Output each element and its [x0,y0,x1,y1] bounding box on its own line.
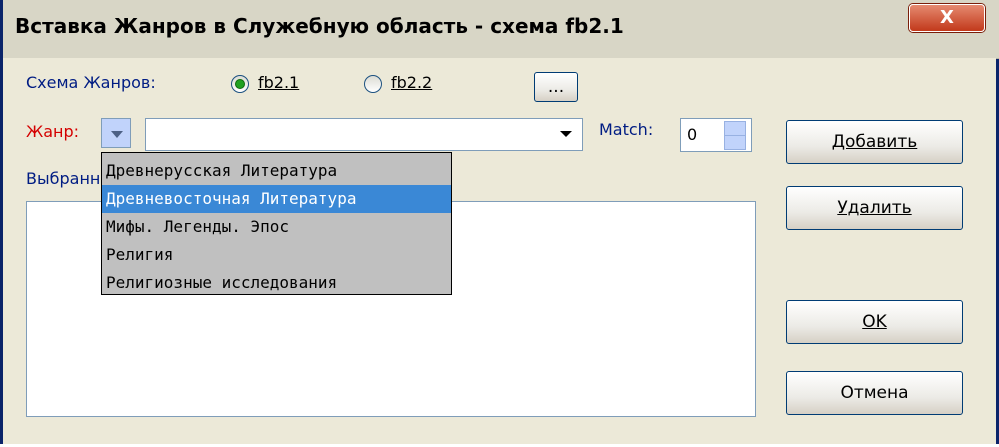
browse-button[interactable]: ... [534,72,578,102]
window-title: Вставка Жанров в Служебную область - схе… [15,14,624,38]
genre-dropdown-list[interactable]: Древнерусская Литература Древневосточная… [101,152,452,295]
dropdown-item-selected[interactable]: Древневосточная Литература [102,185,451,213]
remove-button[interactable]: Удалить [786,186,963,230]
genre-dropdown-button[interactable] [101,118,131,148]
remove-button-label: Удалить [837,198,912,218]
radio-fb21[interactable] [231,75,249,93]
cancel-button[interactable]: Отмена [786,371,963,415]
title-bar[interactable]: Вставка Жанров в Служебную область - схе… [3,0,999,59]
add-button[interactable]: Добавить [786,120,963,164]
radio-fb21-label[interactable]: fb2.1 [258,73,299,92]
dropdown-item[interactable]: Древнерусская Литература [102,157,451,185]
match-label: Match: [599,120,654,139]
selected-genres-label: Выбранн [26,169,101,188]
genre-combobox[interactable] [145,118,583,151]
spin-down-button[interactable] [724,135,746,150]
ok-button-label: OK [862,312,887,332]
spin-up-button[interactable] [724,121,746,136]
radio-fb22[interactable] [364,75,382,93]
genre-label: Жанр: [26,122,80,141]
dropdown-item[interactable]: Мифы. Легенды. Эпос [102,213,451,241]
close-button[interactable]: X [909,4,985,32]
dropdown-item[interactable]: Религия [102,241,451,269]
radio-fb21-text: fb2.1 [258,73,300,92]
schema-label: Схема Жанров: [26,73,156,92]
chevron-down-icon[interactable] [560,131,572,137]
dropdown-item[interactable]: Религиозные исследования [102,269,451,297]
add-button-label: Добавить [831,132,918,152]
ok-button[interactable]: OK [786,300,963,344]
radio-fb22-label[interactable]: fb2.2 [391,73,432,92]
radio-fb22-text: fb2.2 [391,73,433,92]
